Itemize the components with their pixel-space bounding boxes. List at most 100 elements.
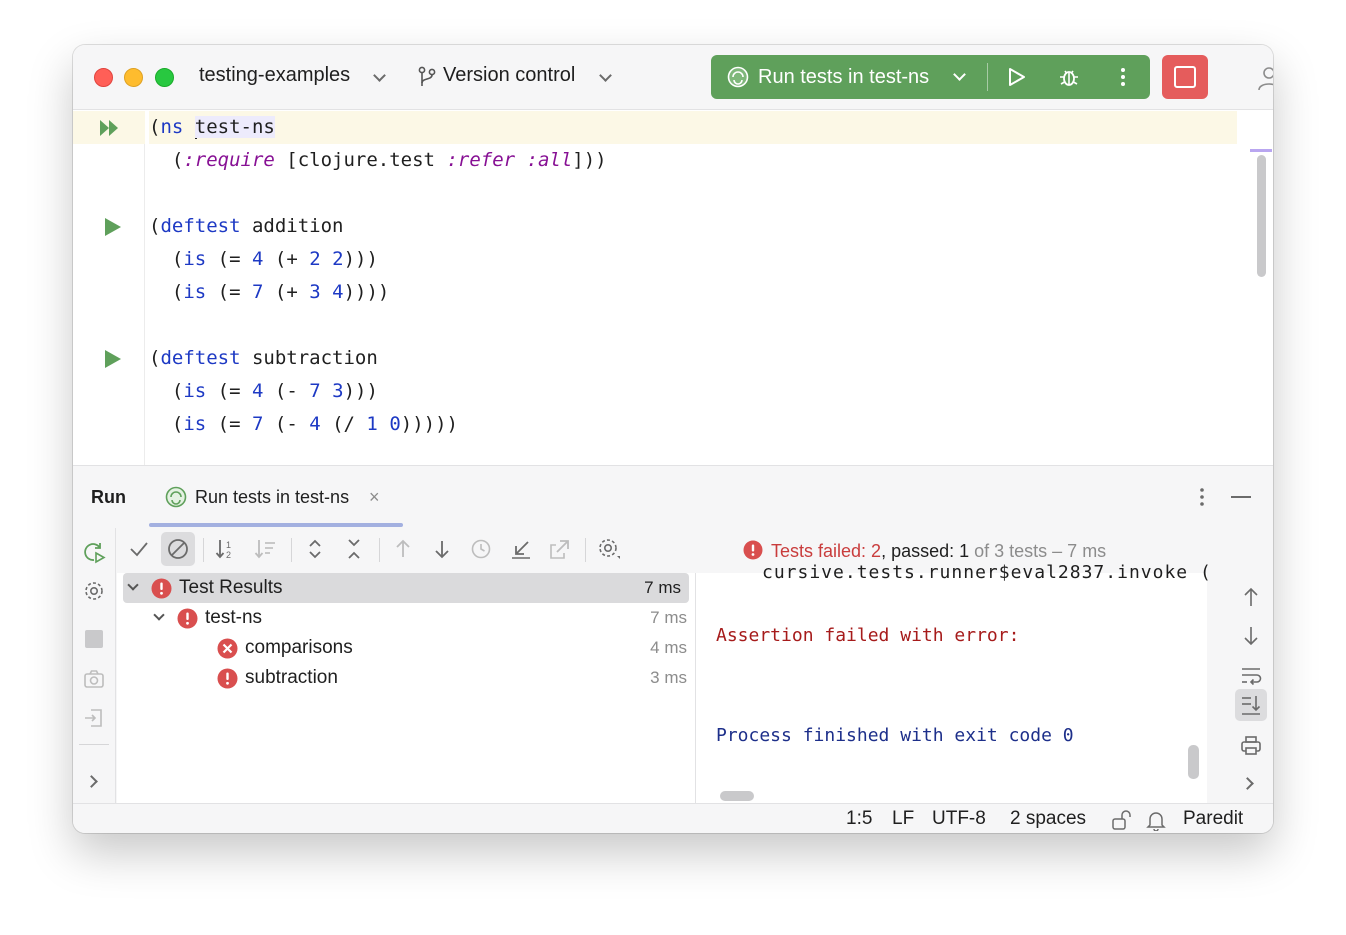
code-token: 2 xyxy=(332,248,344,270)
tree-item-duration: 7 ms xyxy=(650,608,687,627)
user-icon[interactable] xyxy=(1256,65,1273,91)
paredit-mode[interactable]: Paredit xyxy=(1183,808,1243,830)
gear-icon[interactable] xyxy=(82,579,106,603)
editor-scrollbar[interactable] xyxy=(1257,155,1266,277)
chevron-down-icon[interactable] xyxy=(153,609,165,621)
export-results-icon[interactable] xyxy=(547,536,573,562)
history-icon[interactable] xyxy=(469,536,495,562)
code-line[interactable]: (is (= 7 (- 4 (/ 1 0))))) xyxy=(149,408,458,441)
code-token: (= xyxy=(206,380,252,402)
tab-run-tests[interactable]: Run tests in test-ns × xyxy=(149,466,403,527)
code-editor[interactable]: (ns test-ns (:require [clojure.test :ref… xyxy=(73,111,1273,465)
tree-item[interactable]: subtraction 3 ms xyxy=(117,663,695,693)
file-encoding[interactable]: UTF-8 xyxy=(932,808,986,830)
rerun-icon[interactable] xyxy=(82,540,106,564)
code-line[interactable]: (:require [clojure.test :refer :all])) xyxy=(149,144,607,177)
code-token: 4 xyxy=(332,281,344,303)
code-area[interactable]: (ns test-ns (:require [clojure.test :ref… xyxy=(149,111,1237,465)
run-test-icon[interactable] xyxy=(103,349,127,369)
test-results-tree[interactable]: Test Results 7 ms test-ns 7 ms comparisons 4 … xyxy=(117,573,695,804)
code-token: ))))) xyxy=(400,413,458,435)
stop-button[interactable] xyxy=(1162,55,1208,99)
close-icon[interactable]: × xyxy=(369,487,380,508)
line-ending[interactable]: LF xyxy=(892,808,914,830)
chevron-down-icon[interactable] xyxy=(127,579,139,591)
soft-wrap-icon[interactable] xyxy=(1239,663,1263,687)
code-token: ( xyxy=(149,281,184,303)
stop-icon xyxy=(1174,66,1196,88)
sort-by-duration-icon[interactable] xyxy=(253,536,279,562)
run-test-icon[interactable] xyxy=(103,217,127,237)
code-token: ))) xyxy=(343,380,378,402)
import-results-icon[interactable] xyxy=(508,536,534,562)
run-configuration-selector[interactable]: Run tests in test-ns xyxy=(758,66,929,89)
debug-icon[interactable] xyxy=(1057,65,1081,89)
chevron-right-icon[interactable] xyxy=(85,775,98,788)
chevron-down-icon[interactable] xyxy=(373,69,386,82)
console-vertical-scrollbar[interactable] xyxy=(1188,745,1199,779)
code-token: :require xyxy=(183,149,275,171)
branch-icon[interactable] xyxy=(417,66,437,88)
stop-icon[interactable] xyxy=(85,630,103,648)
code-line[interactable]: (is (= 7 (+ 3 4)))) xyxy=(149,276,389,309)
status-bar: 1:5 LF UTF-8 2 spaces Paredit xyxy=(73,803,1273,833)
code-token: (= xyxy=(206,281,252,303)
chevron-down-icon[interactable] xyxy=(953,68,966,81)
scroll-to-end-icon[interactable] xyxy=(1239,693,1263,717)
tree-item-duration: 3 ms xyxy=(650,668,687,687)
console-error-line: Assertion failed with error: xyxy=(716,625,1020,646)
code-line[interactable]: (ns test-ns xyxy=(149,111,1237,144)
chevron-right-icon[interactable] xyxy=(1241,777,1254,790)
unlock-icon[interactable] xyxy=(1110,809,1132,831)
caret-position[interactable]: 1:5 xyxy=(846,808,872,830)
arrow-up-icon[interactable] xyxy=(390,536,416,562)
chevron-down-icon[interactable] xyxy=(599,69,612,82)
code-line[interactable]: (deftest subtraction xyxy=(149,342,378,375)
run-icon[interactable] xyxy=(1005,66,1027,88)
code-line[interactable]: (deftest addition xyxy=(149,210,343,243)
more-vertical-icon[interactable] xyxy=(1194,486,1210,508)
arrow-down-icon[interactable] xyxy=(1239,624,1263,648)
code-token: [clojure.test xyxy=(274,149,447,171)
svg-text:2: 2 xyxy=(226,550,231,560)
more-vertical-icon[interactable] xyxy=(1115,66,1131,88)
code-token: 4 xyxy=(309,413,321,435)
code-token: (= xyxy=(206,248,252,270)
code-token: is xyxy=(183,380,207,402)
minimize-window-button[interactable] xyxy=(124,68,143,87)
console-horizontal-scrollbar[interactable] xyxy=(720,791,754,801)
version-control-menu[interactable]: Version control xyxy=(443,64,575,87)
run-all-tests-icon[interactable] xyxy=(98,118,122,138)
code-token: ( xyxy=(149,413,184,435)
minimize-panel-button[interactable] xyxy=(1231,496,1251,498)
code-token: ( xyxy=(149,380,184,402)
svg-text:1: 1 xyxy=(226,540,231,550)
print-icon[interactable] xyxy=(1239,733,1263,757)
show-passed-icon[interactable] xyxy=(126,536,152,562)
code-line[interactable]: (is (= 4 (- 7 3))) xyxy=(149,375,378,408)
tree-item[interactable]: Test Results 7 ms xyxy=(123,573,689,603)
camera-icon[interactable] xyxy=(82,667,106,691)
code-line[interactable]: (is (= 4 (+ 2 2))) xyxy=(149,243,378,276)
collapse-all-icon[interactable] xyxy=(341,536,367,562)
tree-item[interactable]: test-ns 7 ms xyxy=(117,603,695,633)
active-tab-indicator xyxy=(149,523,403,527)
show-ignored-icon[interactable] xyxy=(165,536,191,562)
gear-icon[interactable] xyxy=(596,536,622,562)
tree-item[interactable]: comparisons 4 ms xyxy=(117,633,695,663)
expand-all-icon[interactable] xyxy=(302,536,328,562)
console-output[interactable]: cursive.tests.runner$eval2837.invoke ( A… xyxy=(695,562,1211,804)
arrow-down-icon[interactable] xyxy=(429,536,455,562)
zoom-window-button[interactable] xyxy=(155,68,174,87)
arrow-up-icon[interactable] xyxy=(1239,585,1263,609)
indentation[interactable]: 2 spaces xyxy=(1010,808,1086,830)
run-side-toolbar xyxy=(73,528,116,804)
import-icon[interactable] xyxy=(82,706,106,730)
close-window-button[interactable] xyxy=(94,68,113,87)
bell-icon[interactable] xyxy=(1145,809,1167,831)
sort-alphabetically-icon[interactable]: 1 2 xyxy=(214,536,240,562)
project-selector[interactable]: testing-examples xyxy=(199,64,350,87)
code-token: addition xyxy=(240,215,344,237)
